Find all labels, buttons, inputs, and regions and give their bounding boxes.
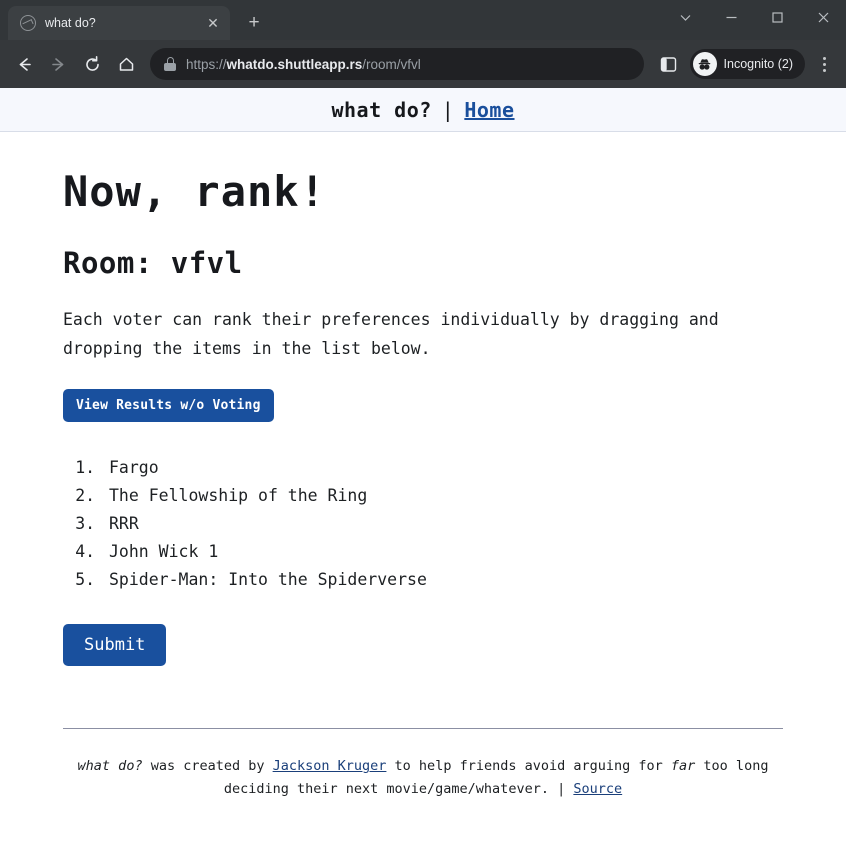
list-item[interactable]: Fargo — [105, 454, 783, 482]
view-results-button[interactable]: View Results w/o Voting — [63, 389, 274, 423]
window-controls — [662, 0, 846, 34]
close-window-icon[interactable] — [800, 0, 846, 34]
forward-arrow-icon[interactable] — [42, 48, 74, 80]
side-panel-icon[interactable] — [654, 49, 684, 79]
ranked-items-list[interactable]: Fargo The Fellowship of the Ring RRR Joh… — [105, 454, 783, 594]
browser-toolbar: https://whatdo.shuttleapp.rs/room/vfvl I… — [0, 40, 846, 88]
url-text: https://whatdo.shuttleapp.rs/room/vfvl — [186, 57, 421, 72]
close-tab-icon[interactable]: ✕ — [202, 12, 224, 34]
maximize-icon[interactable] — [754, 0, 800, 34]
url-path: /room/vfvl — [362, 56, 421, 72]
reload-icon[interactable] — [76, 48, 108, 80]
browser-tab-what-do[interactable]: what do? ✕ — [8, 6, 230, 40]
page-footer: what do? was created by Jackson Kruger t… — [63, 729, 783, 800]
list-item[interactable]: John Wick 1 — [105, 538, 783, 566]
list-item[interactable]: The Fellowship of the Ring — [105, 482, 783, 510]
tab-title: what do? — [45, 16, 96, 30]
submit-button[interactable]: Submit — [63, 624, 167, 667]
url-host: whatdo.shuttleapp.rs — [226, 56, 363, 72]
lock-icon — [164, 57, 176, 71]
browser-window: what do? ✕ + https://whatdo.shuttleapp.r… — [0, 0, 846, 851]
instructions-text: Each voter can rank their preferences in… — [63, 310, 719, 358]
incognito-spy-icon — [692, 52, 717, 76]
list-item[interactable]: Spider-Man: Into the Spiderverse — [105, 566, 783, 594]
globe-icon — [20, 15, 36, 31]
submit-button-wrapper: Submit — [63, 624, 783, 667]
back-arrow-icon[interactable] — [8, 48, 40, 80]
footer-separator: | — [557, 780, 566, 797]
incognito-label: Incognito (2) — [723, 57, 793, 71]
list-item[interactable]: RRR — [105, 510, 783, 538]
home-icon[interactable] — [110, 48, 142, 80]
tab-strip: what do? ✕ + — [0, 0, 846, 40]
header-divider: | — [441, 97, 455, 122]
footer-emphasis: far — [670, 758, 696, 775]
footer-brand: what do? — [77, 758, 143, 775]
footer-text-1: was created by — [142, 758, 273, 775]
author-link[interactable]: Jackson Kruger — [273, 758, 387, 774]
page-content: Now, rank! Room: vfvl Each voter can ran… — [0, 132, 846, 800]
source-link[interactable]: Source — [573, 781, 622, 797]
home-link[interactable]: Home — [464, 98, 514, 122]
three-dot-menu-icon[interactable] — [810, 48, 838, 80]
page-viewport: what do? | Home Now, rank! Room: vfvl Ea… — [0, 88, 846, 851]
address-bar[interactable]: https://whatdo.shuttleapp.rs/room/vfvl — [150, 48, 644, 80]
minimize-icon[interactable] — [708, 0, 754, 34]
tab-search-chevron-icon[interactable] — [662, 0, 708, 34]
site-header: what do? | Home — [0, 88, 846, 132]
new-tab-button[interactable]: + — [240, 9, 268, 37]
url-scheme: https:// — [186, 56, 227, 72]
page-title: Now, rank! — [63, 167, 326, 216]
incognito-profile-chip[interactable]: Incognito (2) — [689, 49, 805, 79]
room-heading: Room: vfvl — [63, 246, 243, 281]
site-brand: what do? — [331, 97, 432, 122]
footer-text-2: to help friends avoid arguing for — [386, 758, 671, 775]
